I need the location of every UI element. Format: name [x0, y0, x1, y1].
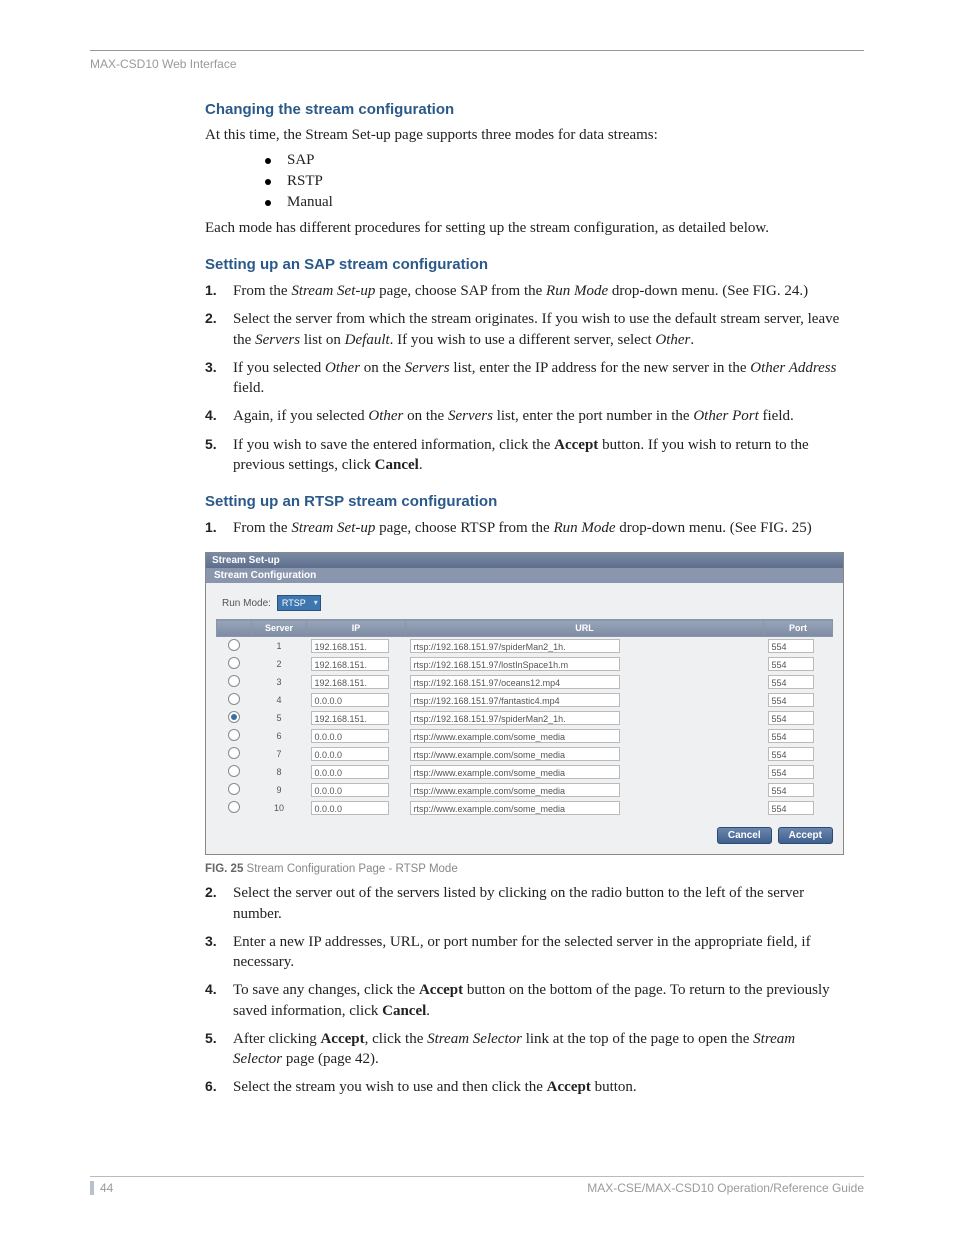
port-input[interactable]: 554	[768, 747, 814, 761]
table-header: URL	[406, 620, 764, 637]
url-input[interactable]: rtsp://www.example.com/some_media	[410, 783, 620, 797]
ip-input[interactable]: 192.168.151.	[311, 639, 389, 653]
url-input[interactable]: rtsp://192.168.151.97/fantastic4.mp4	[410, 693, 620, 707]
section1-intro: At this time, the Stream Set-up page sup…	[205, 126, 844, 146]
table-header: Server	[252, 620, 307, 637]
config-table: ServerIPURLPort 1 192.168.151. rtsp://192.…	[216, 619, 833, 817]
step-item: If you wish to save the entered informat…	[205, 435, 844, 476]
ip-input[interactable]: 0.0.0.0	[311, 693, 389, 707]
figure-caption: FIG. 25 Stream Configuration Page - RTSP…	[205, 863, 844, 875]
runmode-select[interactable]: RTSP	[277, 595, 321, 611]
bullet-item: RSTP	[265, 173, 844, 190]
port-input[interactable]: 554	[768, 657, 814, 671]
server-radio[interactable]	[228, 675, 240, 687]
bullet-item: SAP	[265, 152, 844, 169]
table-row: 6 0.0.0.0 rtsp://www.example.com/some_medi…	[217, 727, 833, 745]
port-input[interactable]: 554	[768, 801, 814, 815]
panel-subtitle: Stream Configuration	[206, 568, 843, 583]
ip-input[interactable]: 0.0.0.0	[311, 801, 389, 815]
step-item: After clicking Accept, click the Stream …	[205, 1029, 844, 1070]
table-row: 2 192.168.151. rtsp://192.168.151.97/lostI…	[217, 655, 833, 673]
table-header: IP	[307, 620, 406, 637]
table-row: 7 0.0.0.0 rtsp://www.example.com/some_medi…	[217, 745, 833, 763]
server-radio[interactable]	[228, 765, 240, 777]
step-item: Select the server out of the servers lis…	[205, 883, 844, 924]
ip-input[interactable]: 0.0.0.0	[311, 729, 389, 743]
url-input[interactable]: rtsp://192.168.151.97/lostInSpace1h.m	[410, 657, 620, 671]
step-item: If you selected Other on the Servers lis…	[205, 358, 844, 399]
accept-button[interactable]: Accept	[778, 827, 833, 844]
cancel-button[interactable]: Cancel	[717, 827, 772, 844]
step-item: Select the stream you wish to use and th…	[205, 1077, 844, 1097]
section1-outro: Each mode has different procedures for s…	[205, 219, 844, 239]
table-row: 5 192.168.151. rtsp://192.168.151.97/spide…	[217, 709, 833, 727]
section-sap-title: Setting up an SAP stream configuration	[205, 256, 844, 273]
server-number: 9	[252, 781, 307, 799]
server-number: 6	[252, 727, 307, 745]
ip-input[interactable]: 0.0.0.0	[311, 747, 389, 761]
server-number: 8	[252, 763, 307, 781]
ip-input[interactable]: 192.168.151.	[311, 711, 389, 725]
server-radio[interactable]	[228, 657, 240, 669]
ip-input[interactable]: 192.168.151.	[311, 675, 389, 689]
url-input[interactable]: rtsp://www.example.com/some_media	[410, 729, 620, 743]
step-item: Select the server from which the stream …	[205, 309, 844, 350]
server-radio[interactable]	[228, 783, 240, 795]
url-input[interactable]: rtsp://192.168.151.97/oceans12.mp4	[410, 675, 620, 689]
port-input[interactable]: 554	[768, 711, 814, 725]
step-item: Enter a new IP addresses, URL, or port n…	[205, 932, 844, 973]
page-number: 44	[90, 1181, 113, 1195]
port-input[interactable]: 554	[768, 639, 814, 653]
port-input[interactable]: 554	[768, 765, 814, 779]
server-number: 10	[252, 799, 307, 817]
table-row: 8 0.0.0.0 rtsp://www.example.com/some_medi…	[217, 763, 833, 781]
panel-title: Stream Set-up	[206, 553, 843, 568]
url-input[interactable]: rtsp://192.168.151.97/spiderMan2_1h.	[410, 639, 620, 653]
server-radio[interactable]	[228, 693, 240, 705]
server-number: 1	[252, 637, 307, 656]
table-row: 4 0.0.0.0 rtsp://192.168.151.97/fantastic4…	[217, 691, 833, 709]
section-changing-title: Changing the stream configuration	[205, 101, 844, 118]
server-radio[interactable]	[228, 711, 240, 723]
step-item: Again, if you selected Other on the Serv…	[205, 406, 844, 426]
table-header: Port	[764, 620, 833, 637]
ip-input[interactable]: 0.0.0.0	[311, 783, 389, 797]
ip-input[interactable]: 192.168.151.	[311, 657, 389, 671]
figure-25: Stream Set-up Stream Configuration Run M…	[205, 552, 844, 875]
server-number: 2	[252, 655, 307, 673]
server-radio[interactable]	[228, 639, 240, 651]
url-input[interactable]: rtsp://www.example.com/some_media	[410, 765, 620, 779]
port-input[interactable]: 554	[768, 675, 814, 689]
url-input[interactable]: rtsp://www.example.com/some_media	[410, 747, 620, 761]
url-input[interactable]: rtsp://192.168.151.97/spiderMan2_1h.	[410, 711, 620, 725]
port-input[interactable]: 554	[768, 783, 814, 797]
server-number: 7	[252, 745, 307, 763]
port-input[interactable]: 554	[768, 729, 814, 743]
step-item: From the Stream Set-up page, choose SAP …	[205, 281, 844, 301]
bullet-item: Manual	[265, 194, 844, 211]
table-header	[217, 620, 252, 637]
server-number: 5	[252, 709, 307, 727]
table-row: 9 0.0.0.0 rtsp://www.example.com/some_medi…	[217, 781, 833, 799]
runmode-label: Run Mode:	[222, 598, 271, 609]
footer-guide: MAX-CSE/MAX-CSD10 Operation/Reference Gu…	[587, 1181, 864, 1195]
ip-input[interactable]: 0.0.0.0	[311, 765, 389, 779]
section-rtsp-title: Setting up an RTSP stream configuration	[205, 493, 844, 510]
table-row: 1 192.168.151. rtsp://192.168.151.97/spide…	[217, 637, 833, 656]
port-input[interactable]: 554	[768, 693, 814, 707]
table-row: 3 192.168.151. rtsp://192.168.151.97/ocean…	[217, 673, 833, 691]
table-row: 10 0.0.0.0 rtsp://www.example.com/some_med…	[217, 799, 833, 817]
server-radio[interactable]	[228, 801, 240, 813]
server-radio[interactable]	[228, 747, 240, 759]
server-radio[interactable]	[228, 729, 240, 741]
url-input[interactable]: rtsp://www.example.com/some_media	[410, 801, 620, 815]
server-number: 4	[252, 691, 307, 709]
server-number: 3	[252, 673, 307, 691]
step-item: From the Stream Set-up page, choose RTSP…	[205, 518, 844, 538]
step-item: To save any changes, click the Accept bu…	[205, 980, 844, 1021]
header-label: MAX-CSD10 Web Interface	[90, 57, 864, 71]
